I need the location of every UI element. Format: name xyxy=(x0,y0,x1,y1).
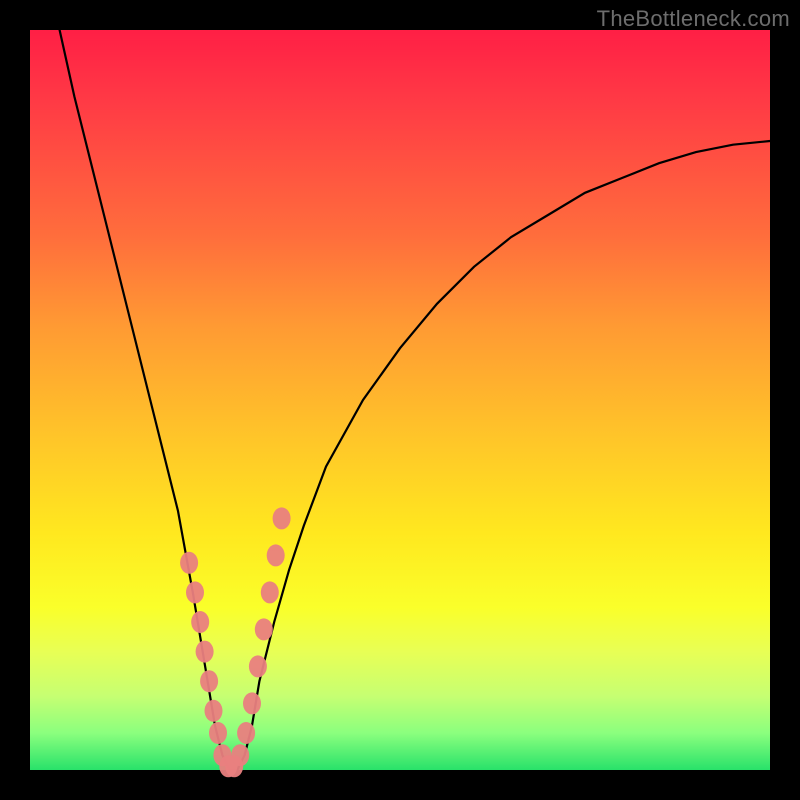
highlight-dot xyxy=(231,744,249,766)
highlight-dot xyxy=(196,641,214,663)
highlight-dot xyxy=(180,552,198,574)
highlight-dot xyxy=(255,618,273,640)
chart-frame: TheBottleneck.com xyxy=(0,0,800,800)
bottleneck-curve xyxy=(60,30,770,770)
chart-svg xyxy=(30,30,770,770)
highlight-dot xyxy=(200,670,218,692)
highlight-dots xyxy=(180,507,291,777)
highlight-dot xyxy=(267,544,285,566)
plot-area xyxy=(30,30,770,770)
highlight-dot xyxy=(261,581,279,603)
highlight-dot xyxy=(186,581,204,603)
highlight-dot xyxy=(273,507,291,529)
highlight-dot xyxy=(237,722,255,744)
watermark-text: TheBottleneck.com xyxy=(597,6,790,32)
highlight-dot xyxy=(209,722,227,744)
highlight-dot xyxy=(249,655,267,677)
highlight-dot xyxy=(191,611,209,633)
highlight-dot xyxy=(243,692,261,714)
highlight-dot xyxy=(205,700,223,722)
